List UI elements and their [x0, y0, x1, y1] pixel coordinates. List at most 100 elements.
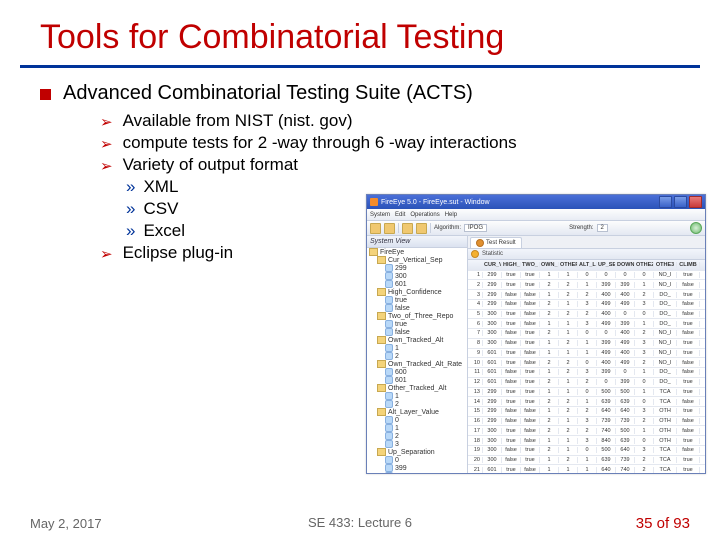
menu-system[interactable]: System: [370, 212, 390, 218]
toolbar-icon[interactable]: [402, 223, 413, 234]
tree-node[interactable]: Alt_Layer_Value: [367, 408, 467, 416]
tree-node[interactable]: Up_Separation: [367, 448, 467, 456]
table-row[interactable]: 16299falsefalse2137397392OTHfalse: [468, 417, 705, 427]
table-row[interactable]: 20300falsetrue1216397392TCAtrue: [468, 456, 705, 466]
table-row[interactable]: 15299falsefalse1226406403OTHtrue: [468, 407, 705, 417]
cell: false: [502, 418, 521, 424]
toolbar-icon[interactable]: [416, 223, 427, 234]
tree-node[interactable]: 2: [367, 432, 467, 440]
table-row[interactable]: 4299falsefalse2134994993DO_false: [468, 300, 705, 310]
tree-node[interactable]: 299: [367, 264, 467, 272]
col-header: TWO_: [521, 262, 540, 268]
tree-node[interactable]: 1: [367, 424, 467, 432]
tree-node[interactable]: 601: [367, 376, 467, 384]
stat-icon: [471, 250, 479, 258]
tree-node[interactable]: 1: [367, 344, 467, 352]
folder-icon: [369, 248, 378, 256]
tree-node[interactable]: 0: [367, 456, 467, 464]
cell: false: [521, 467, 540, 473]
table-row[interactable]: 2299truetrue2213993991NO_Ifalse: [468, 280, 705, 290]
tree-node[interactable]: 601: [367, 280, 467, 288]
menu-operations[interactable]: Operations: [410, 212, 439, 218]
tabbar: Test Result: [468, 236, 705, 249]
folder-icon: [377, 312, 386, 320]
cell: 601: [483, 369, 502, 375]
maximize-button[interactable]: [674, 196, 687, 208]
minimize-button[interactable]: [659, 196, 672, 208]
tree-node[interactable]: High_Confidence: [367, 288, 467, 296]
close-button[interactable]: [689, 196, 702, 208]
table-row[interactable]: 10601truefalse2204004992NO_Ifalse: [468, 358, 705, 368]
tree-node[interactable]: 0: [367, 416, 467, 424]
tree-node[interactable]: true: [367, 320, 467, 328]
tree-node[interactable]: 3: [367, 440, 467, 448]
cell: 2: [635, 360, 654, 366]
tree-node[interactable]: Two_of_Three_Repo: [367, 312, 467, 320]
cell: 1: [559, 389, 578, 395]
cell: 601: [483, 360, 502, 366]
table-row[interactable]: 13299truetrue1105005001TCAtrue: [468, 388, 705, 398]
cell: 639: [616, 438, 635, 444]
cell: 11: [468, 369, 483, 375]
table-row[interactable]: 12601falsetrue21203990DO_true: [468, 378, 705, 388]
cell: 601: [483, 350, 502, 356]
tree-node[interactable]: 600: [367, 368, 467, 376]
cell: 1: [559, 418, 578, 424]
cell: true: [677, 467, 700, 473]
cell: 1: [559, 467, 578, 473]
table-row[interactable]: 1299truetrue110000NO_Itrue: [468, 271, 705, 281]
table-row[interactable]: 3299falsefalse1224004002DO_true: [468, 290, 705, 300]
tree-node[interactable]: Own_Tracked_Alt: [367, 336, 467, 344]
table-row[interactable]: 19300falsetrue2105006403TCAfalse: [468, 446, 705, 456]
tree-node[interactable]: 399: [367, 464, 467, 472]
cell: false: [502, 379, 521, 385]
menu-edit[interactable]: Edit: [395, 212, 405, 218]
cell: 299: [483, 399, 502, 405]
tree-node[interactable]: Other_Tracked_Alt: [367, 384, 467, 392]
table-row[interactable]: 5300truefalse22240000DO_false: [468, 310, 705, 320]
help-icon[interactable]: [690, 222, 702, 234]
table-row[interactable]: 18300truefalse1138406390OTHtrue: [468, 436, 705, 446]
tree-node[interactable]: 400: [367, 472, 467, 474]
tree-node[interactable]: Own_Tracked_Alt_Rate: [367, 360, 467, 368]
tree-node[interactable]: 2: [367, 352, 467, 360]
tree-node[interactable]: true: [367, 296, 467, 304]
tree-node[interactable]: Cur_Vertical_Sep: [367, 256, 467, 264]
grid-header: CUR_VHIGH_TWO_OWN_OTHERALT_LUP_SEDOWNOTH…: [468, 260, 705, 271]
table-row[interactable]: 14299truetrue2216396390TCAfalse: [468, 397, 705, 407]
tab-test-result[interactable]: Test Result: [470, 237, 522, 248]
cell: 500: [597, 447, 616, 453]
tree-node[interactable]: false: [367, 328, 467, 336]
tree-label: 1: [395, 345, 399, 352]
cell: 1: [578, 467, 597, 473]
cell: 3: [635, 340, 654, 346]
table-row[interactable]: 8300falsetrue1213994993NO_Itrue: [468, 339, 705, 349]
toolbar-icon[interactable]: [370, 223, 381, 234]
table-row[interactable]: 7300falsetrue21004002NO_Ifalse: [468, 329, 705, 339]
toolbar-icon[interactable]: [384, 223, 395, 234]
tree-node[interactable]: 300: [367, 272, 467, 280]
cell: true: [677, 457, 700, 463]
folder-icon: [377, 360, 386, 368]
cell: 400: [616, 350, 635, 356]
tree-node[interactable]: 2: [367, 400, 467, 408]
table-row[interactable]: 6300truefalse1134993991DO_true: [468, 319, 705, 329]
cell: 0: [597, 379, 616, 385]
table-row[interactable]: 9601truefalse1114994003NO_Itrue: [468, 349, 705, 359]
table-row[interactable]: 21601truefalse1116407402TCAtrue: [468, 465, 705, 474]
cell: OTH: [654, 418, 677, 424]
tree-node[interactable]: false: [367, 304, 467, 312]
cell: 0: [597, 272, 616, 278]
col-header: OTHE2: [635, 262, 654, 268]
menu-help[interactable]: Help: [445, 212, 457, 218]
table-row[interactable]: 11601falsetrue12339901DO_false: [468, 368, 705, 378]
item-icon: [385, 352, 393, 360]
cell: 3: [635, 408, 654, 414]
table-row[interactable]: 17300truefalse2227405001OTHfalse: [468, 426, 705, 436]
strength-value[interactable]: 2: [597, 224, 608, 232]
tree-node[interactable]: 1: [367, 392, 467, 400]
cell: 300: [483, 457, 502, 463]
algo-value[interactable]: IPOG: [464, 224, 487, 232]
cell: false: [521, 438, 540, 444]
tree-node[interactable]: FireEye: [367, 248, 467, 256]
